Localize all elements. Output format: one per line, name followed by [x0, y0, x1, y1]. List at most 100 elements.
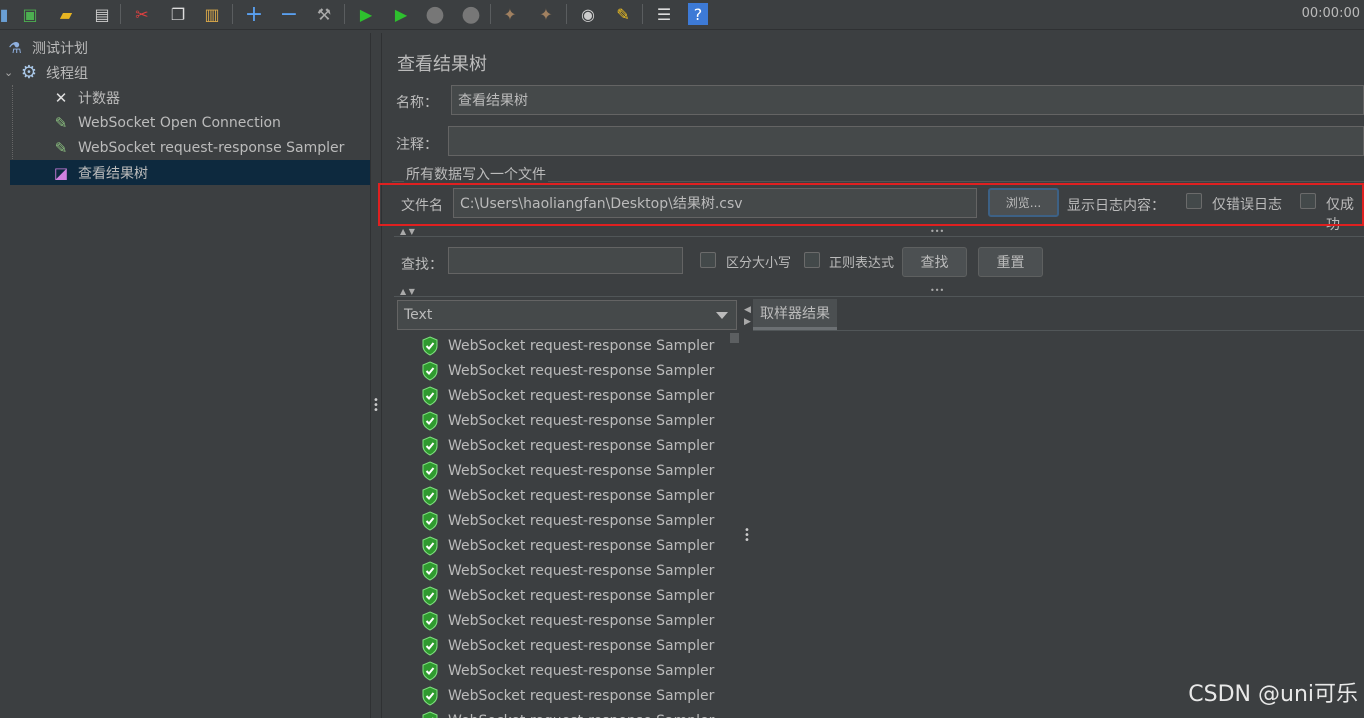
clear-all-icon[interactable]: ✦ — [534, 2, 558, 26]
success-shield-icon — [422, 535, 438, 556]
list-item[interactable]: WebSocket request-response Sampler — [421, 408, 714, 433]
test-plan-tree: ⚗ 测试计划 ⌄ ⚙ 线程组 ✕ 计数器 ✎ WebSocket Open Co… — [0, 33, 370, 718]
open-icon[interactable]: ▰ — [54, 2, 78, 26]
scrollbar[interactable] — [730, 333, 739, 343]
success-shield-icon — [422, 710, 438, 718]
list-item[interactable]: WebSocket request-response Sampler — [421, 683, 714, 708]
list-item-label: WebSocket request-response Sampler — [448, 637, 715, 654]
results-list[interactable]: WebSocket request-response Sampler WebSoc… — [397, 333, 740, 718]
list-item-label: WebSocket request-response Sampler — [448, 662, 715, 679]
shutdown-icon[interactable]: ● — [459, 2, 483, 27]
tree-item-websocket-open[interactable]: ✎ WebSocket Open Connection — [50, 110, 281, 135]
collapse-arrows[interactable]: ▲ ▼ — [400, 287, 415, 296]
success-shield-icon — [422, 435, 438, 456]
success-shield-icon — [422, 360, 438, 381]
splitter-handle[interactable]: ••• — [373, 396, 379, 416]
list-item[interactable]: WebSocket request-response Sampler — [421, 508, 714, 533]
success-shield-icon — [422, 410, 438, 431]
reset-search-icon[interactable]: ✎ — [611, 2, 635, 26]
collapse-arrows[interactable]: ▲ ▼ — [400, 227, 415, 236]
list-item-label: WebSocket request-response Sampler — [448, 687, 715, 704]
list-item-label: WebSocket request-response Sampler — [448, 487, 715, 504]
list-item-label: WebSocket request-response Sampler — [448, 612, 715, 629]
splitter-handle[interactable]: ••• — [744, 526, 750, 546]
cut-icon[interactable]: ✂ — [130, 2, 154, 26]
success-shield-icon — [422, 510, 438, 531]
tree-item-test-plan[interactable]: ⚗ 测试计划 — [4, 35, 88, 60]
regex-label: 正则表达式 — [829, 256, 895, 271]
list-item[interactable]: WebSocket request-response Sampler — [421, 333, 714, 358]
list-item-label: WebSocket request-response Sampler — [448, 713, 714, 718]
list-item-label: WebSocket request-response Sampler — [448, 512, 715, 529]
highlight-box — [378, 183, 1364, 226]
splitter-handle[interactable]: ••• — [930, 286, 944, 295]
toggle-icon[interactable]: ⚒ — [312, 2, 336, 26]
success-shield-icon — [422, 610, 438, 631]
list-item[interactable]: WebSocket request-response Sampler — [421, 633, 714, 658]
success-shield-icon — [422, 385, 438, 406]
list-item-label: WebSocket request-response Sampler — [448, 412, 715, 429]
start-no-pauses-icon[interactable]: ▶ — [389, 2, 413, 26]
success-shield-icon — [422, 685, 438, 706]
list-item-label: WebSocket request-response Sampler — [448, 462, 715, 479]
help-icon[interactable]: ? — [688, 3, 708, 25]
list-item-label: WebSocket request-response Sampler — [448, 562, 715, 579]
comment-field[interactable] — [448, 126, 1364, 156]
page-title: 查看结果树 — [397, 54, 487, 75]
paste-icon[interactable]: ▥ — [200, 2, 224, 26]
list-item-label: WebSocket request-response Sampler — [448, 587, 715, 604]
search-icon[interactable]: ◉ — [576, 2, 600, 26]
regex-checkbox[interactable] — [804, 252, 820, 268]
list-item[interactable]: WebSocket request-response Sampler — [421, 458, 714, 483]
list-item[interactable]: WebSocket request-response Sampler — [421, 533, 714, 558]
list-item[interactable]: WebSocket request-response Sampler — [421, 658, 714, 683]
list-item[interactable]: WebSocket request-response Sampler — [421, 483, 714, 508]
list-item[interactable]: WebSocket request-response Sampler — [421, 708, 714, 718]
copy-icon[interactable]: ❐ — [166, 2, 190, 26]
list-item[interactable]: WebSocket request-response Sampler — [421, 358, 714, 383]
search-label: 查找： — [401, 257, 443, 273]
success-shield-icon — [422, 460, 438, 481]
name-field[interactable]: 查看结果树 — [451, 85, 1364, 115]
elapsed-timer: 00:00:00 — [1301, 6, 1360, 21]
list-item-label: WebSocket request-response Sampler — [448, 387, 715, 404]
tab-sampler-result[interactable]: 取样器结果 — [753, 299, 837, 330]
tree-item-counter[interactable]: ✕ 计数器 — [50, 85, 120, 110]
save-icon[interactable]: ▤ — [90, 2, 114, 26]
list-item[interactable]: WebSocket request-response Sampler — [421, 583, 714, 608]
expand-icon[interactable]: + — [242, 2, 266, 27]
clear-icon[interactable]: ✦ — [498, 2, 522, 26]
write-file-group-title: 所有数据写入一个文件 — [404, 164, 548, 184]
search-input[interactable] — [448, 247, 683, 274]
tree-item-view-results-tree[interactable]: ◪ 查看结果树 — [10, 160, 370, 185]
start-icon[interactable]: ▶ — [354, 2, 378, 26]
list-item[interactable]: WebSocket request-response Sampler — [421, 608, 714, 633]
main-splitter[interactable] — [370, 33, 382, 718]
tree-item-thread-group[interactable]: ⌄ ⚙ 线程组 — [4, 60, 88, 85]
list-item[interactable]: WebSocket request-response Sampler — [421, 383, 714, 408]
list-item[interactable]: WebSocket request-response Sampler — [421, 433, 714, 458]
list-item[interactable]: WebSocket request-response Sampler — [421, 558, 714, 583]
list-item-label: WebSocket request-response Sampler — [448, 437, 715, 454]
function-helper-icon[interactable]: ☰ — [652, 2, 676, 26]
counter-icon: ✕ — [54, 88, 68, 107]
success-shield-icon — [422, 585, 438, 606]
tree-item-websocket-sampler[interactable]: ✎ WebSocket request-response Sampler — [50, 135, 345, 160]
reset-button[interactable]: 重置 — [978, 247, 1043, 277]
templates-icon[interactable]: ▣ — [18, 2, 42, 26]
renderer-select[interactable]: Text — [397, 300, 737, 330]
case-sensitive-checkbox[interactable] — [700, 252, 716, 268]
splitter-handle[interactable]: ••• — [930, 227, 944, 236]
listener-icon: ◪ — [53, 163, 69, 182]
test-plan-icon: ⚗ — [8, 38, 22, 57]
find-button[interactable]: 查找 — [902, 247, 967, 277]
stop-icon[interactable]: ● — [423, 2, 447, 27]
pipette-icon: ✎ — [54, 113, 68, 132]
success-shield-icon — [422, 335, 438, 356]
success-shield-icon — [422, 635, 438, 656]
new-icon[interactable]: ▮ — [0, 2, 16, 26]
collapse-arrows[interactable]: ◀ ▶ — [744, 304, 751, 327]
toolbar: ▮ ▣ ▰ ▤ ✂ ❐ ▥ + − ⚒ ▶ ▶ ● ● ✦ ✦ ◉ ✎ ☰ ? … — [0, 0, 1364, 30]
chevron-down-icon[interactable]: ⌄ — [4, 66, 18, 79]
collapse-icon[interactable]: − — [277, 2, 301, 27]
